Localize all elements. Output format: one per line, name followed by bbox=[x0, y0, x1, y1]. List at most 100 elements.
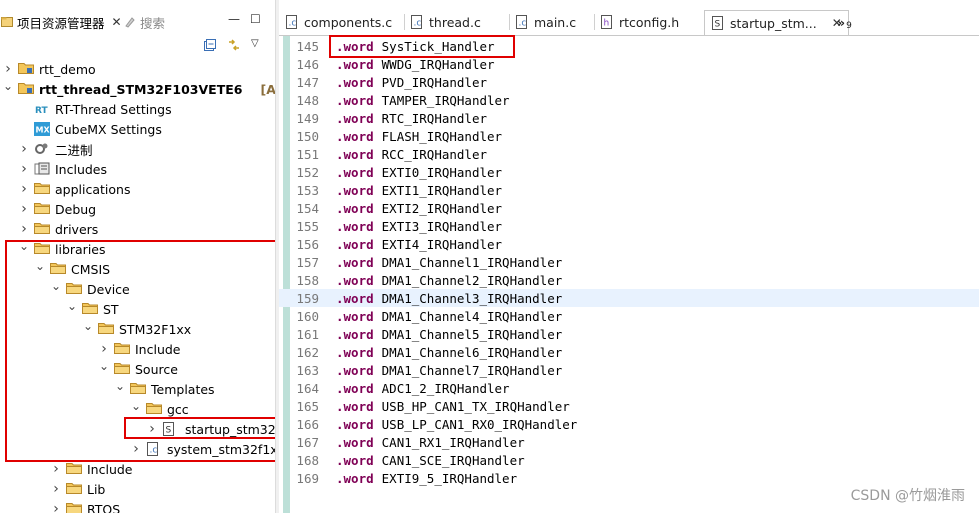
handler-symbol: EXTI2_IRQHandler bbox=[381, 200, 503, 216]
tab-overflow-button[interactable]: » 9 bbox=[837, 10, 852, 34]
code-line[interactable]: 165 .word USB_HP_CAN1_TX_IRQHandler bbox=[279, 397, 979, 415]
directive-keyword: .word bbox=[336, 56, 374, 72]
link-with-editor-icon[interactable] bbox=[227, 38, 241, 52]
chevron-right-icon[interactable]: › bbox=[50, 501, 62, 513]
folder-icon bbox=[66, 482, 82, 496]
directive-keyword: .word bbox=[336, 164, 374, 180]
tree-item-label: RTOS bbox=[87, 501, 121, 513]
handler-symbol: DMA1_Channel6_IRQHandler bbox=[381, 344, 563, 360]
editor-tab[interactable]: .c thread.c bbox=[410, 10, 481, 34]
directive-keyword: .word bbox=[336, 110, 374, 126]
minimize-icon[interactable]: — bbox=[228, 12, 240, 26]
handler-symbol: WWDG_IRQHandler bbox=[381, 56, 495, 72]
code-line[interactable]: 167 .word CAN1_RX1_IRQHandler bbox=[279, 433, 979, 451]
handler-symbol: EXTI3_IRQHandler bbox=[381, 218, 503, 234]
h-file-icon: h bbox=[600, 15, 614, 29]
code-line[interactable]: 154 .word EXTI2_IRQHandler bbox=[279, 199, 979, 217]
svg-text:.c: .c bbox=[414, 19, 422, 29]
chevron-right-icon[interactable]: › bbox=[18, 201, 30, 217]
chevron-right-icon[interactable]: › bbox=[18, 141, 30, 157]
code-line[interactable]: 155 .word EXTI3_IRQHandler bbox=[279, 217, 979, 235]
tree-item[interactable]: › Lib bbox=[50, 479, 105, 499]
code-line[interactable]: 153 .word EXTI1_IRQHandler bbox=[279, 181, 979, 199]
chevron-right-icon[interactable]: › bbox=[50, 481, 62, 497]
code-line[interactable]: 156 .word EXTI4_IRQHandler bbox=[279, 235, 979, 253]
tree-item[interactable]: › Debug bbox=[18, 199, 96, 219]
code-line[interactable]: 157 .word DMA1_Channel1_IRQHandler bbox=[279, 253, 979, 271]
line-number: 159 bbox=[296, 290, 319, 306]
directive-keyword: .word bbox=[336, 146, 374, 162]
chevron-right-icon[interactable]: › bbox=[18, 221, 30, 237]
rt-thread-settings-icon: RT bbox=[34, 102, 50, 116]
collapse-all-icon[interactable] bbox=[203, 38, 217, 52]
tab-separator bbox=[509, 14, 510, 30]
tab-search[interactable]: 搜索 bbox=[124, 12, 165, 32]
chevron-down-icon[interactable]: ⌄ bbox=[2, 79, 14, 93]
watermark: CSDN @竹烟淮雨 bbox=[850, 488, 965, 504]
code-line[interactable]: 159 .word DMA1_Channel3_IRQHandler bbox=[279, 289, 979, 307]
tree-item[interactable]: › Include bbox=[50, 459, 132, 479]
chevron-right-icon[interactable]: › bbox=[18, 181, 30, 197]
directive-keyword: .word bbox=[336, 434, 374, 450]
code-line[interactable]: 164 .word ADC1_2_IRQHandler bbox=[279, 379, 979, 397]
editor-tab-label: thread.c bbox=[429, 14, 481, 30]
cubemx-icon: MX bbox=[34, 122, 50, 136]
line-number: 155 bbox=[296, 218, 319, 234]
tree-item[interactable]: › drivers bbox=[18, 219, 98, 239]
editor-tab[interactable]: Sstartup_stm... ✕ bbox=[704, 10, 849, 35]
tab-separator bbox=[594, 14, 595, 30]
editor-tab-label: components.c bbox=[304, 14, 393, 30]
line-number: 154 bbox=[296, 200, 319, 216]
code-line[interactable]: 147 .word PVD_IRQHandler bbox=[279, 73, 979, 91]
line-number: 150 bbox=[296, 128, 319, 144]
tree-item[interactable]: › RTOS bbox=[50, 499, 120, 513]
close-icon[interactable]: ✕ bbox=[112, 15, 122, 29]
line-number: 148 bbox=[296, 92, 319, 108]
code-line[interactable]: 168 .word CAN1_SCE_IRQHandler bbox=[279, 451, 979, 469]
editor-tab[interactable]: .c components.c bbox=[285, 10, 392, 34]
code-line[interactable]: 150 .word FLASH_IRQHandler bbox=[279, 127, 979, 145]
chevron-right-icon[interactable]: › bbox=[50, 461, 62, 477]
code-line[interactable]: 163 .word DMA1_Channel7_IRQHandler bbox=[279, 361, 979, 379]
chevron-right-icon[interactable]: › bbox=[18, 161, 30, 177]
folder-icon bbox=[66, 462, 82, 476]
directive-keyword: .word bbox=[336, 362, 374, 378]
binaries-icon bbox=[34, 142, 50, 156]
directive-keyword: .word bbox=[336, 182, 374, 198]
code-line[interactable]: 152 .word EXTI0_IRQHandler bbox=[279, 163, 979, 181]
folder-icon bbox=[34, 202, 50, 216]
code-line[interactable]: 151 .word RCC_IRQHandler bbox=[279, 145, 979, 163]
editor-tab-label: rtconfig.h bbox=[619, 14, 680, 30]
view-menu-icon[interactable]: ▽ bbox=[251, 38, 265, 52]
code-line[interactable]: 166 .word USB_LP_CAN1_RX0_IRQHandler bbox=[279, 415, 979, 433]
handler-symbol: EXTI9_5_IRQHandler bbox=[381, 470, 518, 486]
editor-tab[interactable]: .c main.c bbox=[515, 10, 576, 34]
tree-item[interactable]: MX CubeMX Settings bbox=[18, 119, 162, 139]
handler-symbol: EXTI0_IRQHandler bbox=[381, 164, 503, 180]
tree-item[interactable]: ⌄ rtt_thread_STM32F103VETE6 [Active - bbox=[2, 79, 275, 99]
tree-item[interactable]: › 二进制 bbox=[18, 139, 92, 159]
tree-item[interactable]: › rtt_demo bbox=[2, 59, 95, 79]
tree-item[interactable]: › Includes bbox=[18, 159, 107, 179]
code-line[interactable]: 161 .word DMA1_Channel5_IRQHandler bbox=[279, 325, 979, 343]
code-line[interactable]: 160 .word DMA1_Channel4_IRQHandler bbox=[279, 307, 979, 325]
tree-item-label: Includes bbox=[55, 161, 108, 177]
code-line[interactable]: 149 .word RTC_IRQHandler bbox=[279, 109, 979, 127]
tab-project-explorer-label: 项目资源管理器 bbox=[17, 15, 105, 31]
chevron-right-icon[interactable]: › bbox=[2, 61, 14, 77]
editor-tab[interactable]: h rtconfig.h bbox=[600, 10, 679, 34]
c-file-icon: .c bbox=[285, 15, 299, 29]
code-line[interactable]: 162 .word DMA1_Channel6_IRQHandler bbox=[279, 343, 979, 361]
handler-symbol: EXTI4_IRQHandler bbox=[381, 236, 503, 252]
code-line[interactable]: 148 .word TAMPER_IRQHandler bbox=[279, 91, 979, 109]
tree-item[interactable]: › applications bbox=[18, 179, 130, 199]
tab-project-explorer[interactable]: 项目资源管理器 ✕ bbox=[1, 12, 122, 32]
tree-item[interactable]: RT RT-Thread Settings bbox=[18, 99, 172, 119]
handler-symbol: CAN1_SCE_IRQHandler bbox=[381, 452, 525, 468]
handler-symbol: EXTI1_IRQHandler bbox=[381, 182, 503, 198]
maximize-icon[interactable]: ☐ bbox=[250, 12, 261, 26]
line-number: 158 bbox=[296, 272, 319, 288]
code-line[interactable]: 158 .word DMA1_Channel2_IRQHandler bbox=[279, 271, 979, 289]
line-number: 147 bbox=[296, 74, 319, 90]
handler-symbol: DMA1_Channel4_IRQHandler bbox=[381, 308, 563, 324]
